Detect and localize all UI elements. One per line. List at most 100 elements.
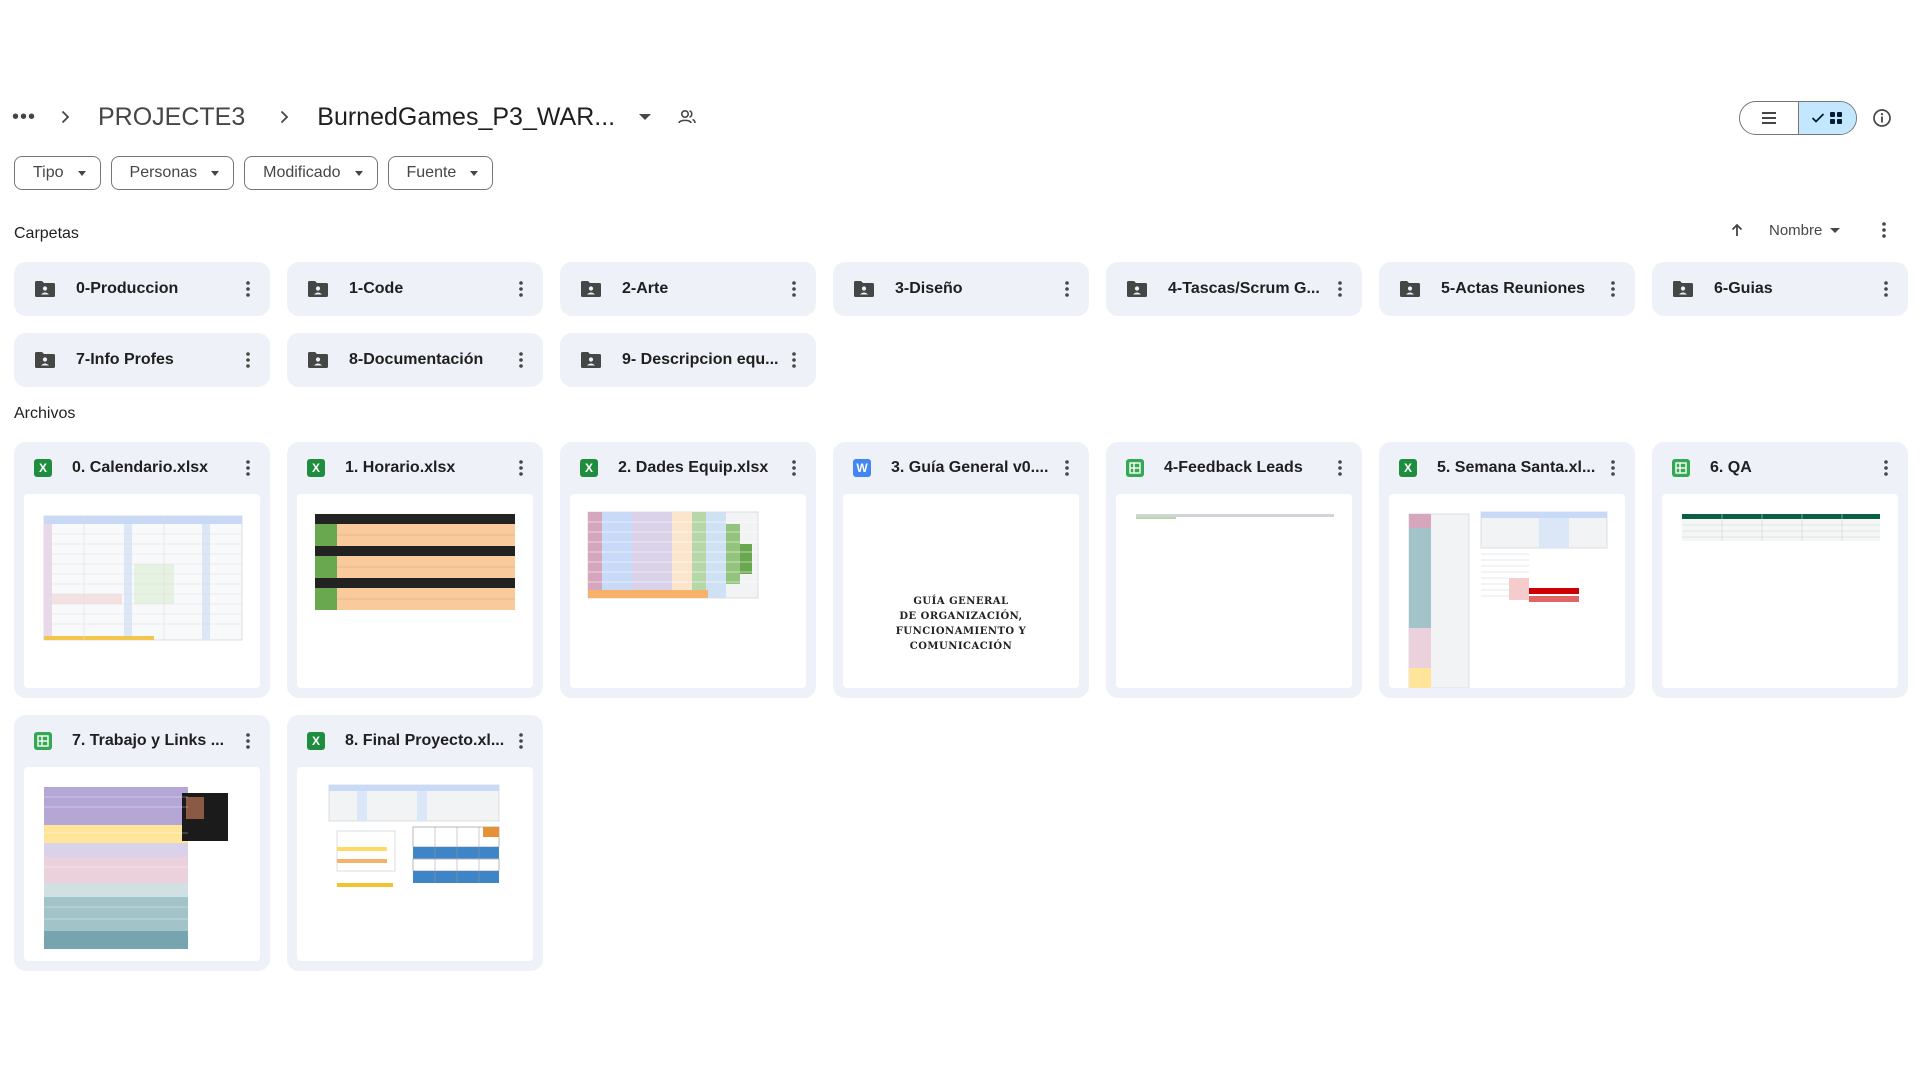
- more-vert-icon[interactable]: [784, 348, 804, 372]
- more-vert-icon[interactable]: [1330, 277, 1350, 301]
- file-grid: X 0. Calendario.xlsx X 1. Horario.xlsx X…: [14, 442, 1908, 971]
- folder-item[interactable]: 6-Guias: [1652, 262, 1908, 316]
- shared-folder-icon: [35, 352, 55, 368]
- folder-name: 9- Descripcion equ...: [622, 351, 779, 368]
- shared-folder-icon: [854, 281, 874, 297]
- file-header: 6. QA: [1662, 442, 1898, 494]
- file-card[interactable]: X 5. Semana Santa.xl...: [1379, 442, 1635, 698]
- caret-down-icon: [470, 170, 479, 176]
- more-vert-icon[interactable]: [1330, 456, 1350, 480]
- file-header: W 3. Guía General v0....: [843, 442, 1079, 494]
- file-header: 4-Feedback Leads: [1116, 442, 1352, 494]
- grid-view-button[interactable]: [1797, 102, 1856, 134]
- file-card[interactable]: X 1. Horario.xlsx: [287, 442, 543, 698]
- file-thumbnail: [297, 767, 533, 961]
- folder-item[interactable]: 5-Actas Reuniones: [1379, 262, 1635, 316]
- spreadsheet-preview: [315, 514, 515, 610]
- folder-item[interactable]: 1-Code: [287, 262, 543, 316]
- shared-folder-icon: [1127, 281, 1147, 297]
- spreadsheet-preview: [43, 515, 243, 641]
- more-vert-icon[interactable]: [1057, 456, 1077, 480]
- excel-icon: X: [580, 459, 598, 477]
- chevron-right-icon: [56, 108, 74, 126]
- file-card[interactable]: W 3. Guía General v0.... GUÍA GENERAL DE…: [833, 442, 1089, 698]
- arrow-up-icon[interactable]: [1725, 218, 1749, 242]
- file-name: 2. Dades Equip.xlsx: [618, 459, 769, 476]
- caret-down-icon: [211, 170, 220, 176]
- more-vert-icon[interactable]: [1874, 218, 1894, 242]
- check-icon: [1812, 113, 1825, 123]
- more-vert-icon[interactable]: [1057, 277, 1077, 301]
- file-card[interactable]: 4-Feedback Leads: [1106, 442, 1362, 698]
- folder-name: 8-Documentación: [349, 351, 484, 368]
- more-vert-icon[interactable]: [511, 456, 531, 480]
- file-name: 3. Guía General v0....: [891, 459, 1049, 476]
- more-vert-icon[interactable]: [238, 729, 258, 753]
- sort-bar: Nombre: [1725, 218, 1894, 242]
- file-card[interactable]: 7. Trabajo y Links ...: [14, 715, 270, 971]
- filter-source[interactable]: Fuente: [387, 156, 494, 190]
- shared-folder-icon: [1673, 281, 1693, 297]
- shared-folder-icon: [581, 281, 601, 297]
- filter-people[interactable]: Personas: [110, 156, 235, 190]
- more-vert-icon[interactable]: [511, 729, 531, 753]
- folder-name: 6-Guias: [1714, 280, 1773, 297]
- folder-item[interactable]: 8-Documentación: [287, 333, 543, 387]
- chevron-right-icon: [275, 108, 293, 126]
- folders-section-title: Carpetas: [14, 225, 79, 242]
- filter-bar: Tipo Personas Modificado Fuente: [14, 156, 494, 190]
- file-header: 7. Trabajo y Links ...: [24, 715, 260, 767]
- folder-item[interactable]: 0-Produccion: [14, 262, 270, 316]
- breadcrumb-parent[interactable]: PROJECTE3: [92, 99, 251, 136]
- folder-item[interactable]: 2-Arte: [560, 262, 816, 316]
- excel-icon: X: [1399, 459, 1417, 477]
- info-icon[interactable]: [1870, 106, 1894, 130]
- sort-by-button[interactable]: Nombre: [1769, 222, 1841, 239]
- more-vert-icon[interactable]: [1876, 277, 1896, 301]
- file-card[interactable]: X 0. Calendario.xlsx: [14, 442, 270, 698]
- file-header: X 8. Final Proyecto.xl...: [297, 715, 533, 767]
- folder-item[interactable]: 7-Info Profes: [14, 333, 270, 387]
- file-name: 8. Final Proyecto.xl...: [345, 732, 505, 749]
- shared-folder-icon[interactable]: [675, 105, 699, 129]
- spreadsheet-preview: [1682, 514, 1880, 541]
- shared-folder-icon: [1400, 281, 1420, 297]
- more-vert-icon[interactable]: [511, 348, 531, 372]
- file-header: X 1. Horario.xlsx: [297, 442, 533, 494]
- more-breadcrumb-button[interactable]: •••: [12, 107, 35, 127]
- more-vert-icon[interactable]: [238, 277, 258, 301]
- more-vert-icon[interactable]: [784, 456, 804, 480]
- document-preview-text: GUÍA GENERAL DE ORGANIZACIÓN, FUNCIONAMI…: [895, 596, 1027, 652]
- spreadsheet-preview: [1408, 511, 1608, 688]
- file-card[interactable]: X 8. Final Proyecto.xl...: [287, 715, 543, 971]
- more-vert-icon[interactable]: [1603, 456, 1623, 480]
- more-vert-icon[interactable]: [784, 277, 804, 301]
- more-vert-icon[interactable]: [511, 277, 531, 301]
- folder-item[interactable]: 9- Descripcion equ...: [560, 333, 816, 387]
- excel-icon: X: [307, 459, 325, 477]
- caret-down-icon[interactable]: [633, 105, 657, 129]
- shared-folder-icon: [581, 352, 601, 368]
- filter-type[interactable]: Tipo: [14, 156, 101, 190]
- folder-item[interactable]: 3-Diseño: [833, 262, 1089, 316]
- breadcrumb-current-folder[interactable]: BurnedGames_P3_WAR...: [311, 99, 621, 136]
- file-header: X 2. Dades Equip.xlsx: [570, 442, 806, 494]
- shared-folder-icon: [35, 281, 55, 297]
- spreadsheet-preview: [587, 511, 759, 599]
- sheets-icon: [1126, 459, 1144, 477]
- more-vert-icon[interactable]: [238, 456, 258, 480]
- file-header: X 5. Semana Santa.xl...: [1389, 442, 1625, 494]
- file-card[interactable]: 6. QA: [1652, 442, 1908, 698]
- file-card[interactable]: X 2. Dades Equip.xlsx: [560, 442, 816, 698]
- file-header: X 0. Calendario.xlsx: [24, 442, 260, 494]
- filter-modified[interactable]: Modificado: [244, 156, 378, 190]
- list-view-button[interactable]: [1740, 102, 1798, 134]
- excel-icon: X: [34, 459, 52, 477]
- more-vert-icon[interactable]: [1876, 456, 1896, 480]
- more-vert-icon[interactable]: [238, 348, 258, 372]
- file-name: 7. Trabajo y Links ...: [72, 732, 225, 749]
- folder-name: 5-Actas Reuniones: [1441, 280, 1586, 297]
- file-thumbnail: [297, 494, 533, 688]
- folder-item[interactable]: 4-Tascas/Scrum G...: [1106, 262, 1362, 316]
- more-vert-icon[interactable]: [1603, 277, 1623, 301]
